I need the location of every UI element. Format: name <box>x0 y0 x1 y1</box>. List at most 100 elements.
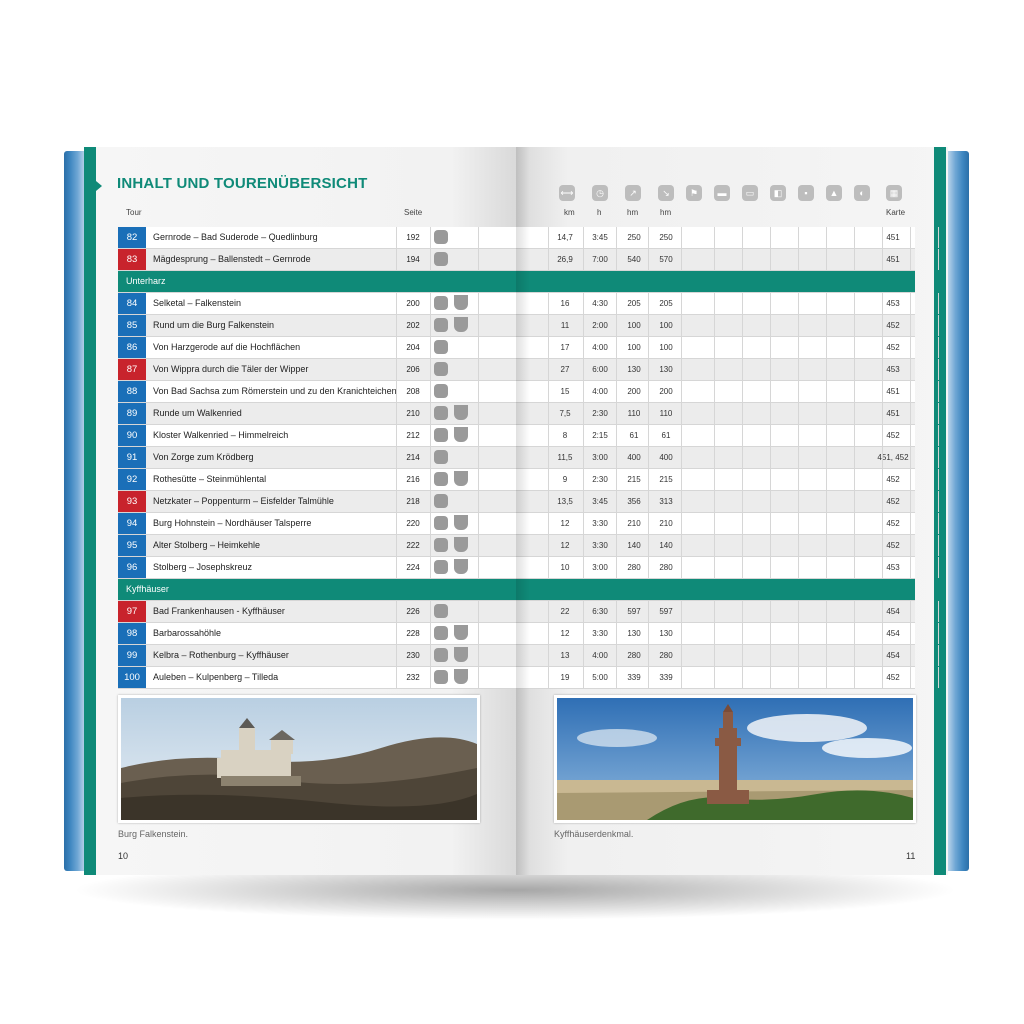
tour-row[interactable]: 91 Von Zorge zum Krödberg 214 11,5 3:00 400 40… <box>118 447 939 469</box>
tour-km: 9 <box>562 475 568 484</box>
photo-kyffhaeuserdenkmal <box>554 695 916 823</box>
tour-row[interactable]: 98 Barbarossahöhle 228 12 3:30 130 130 454 <box>118 623 939 645</box>
column-divider <box>798 513 799 534</box>
header-tour: Tour <box>126 208 142 217</box>
column-divider <box>826 293 827 314</box>
column-divider <box>770 381 771 402</box>
tour-hm-down: 400 <box>659 453 673 462</box>
column-divider <box>854 249 855 270</box>
tour-row[interactable]: 100 Auleben – Kulpenberg – Tilleda 232 19 5:… <box>118 667 939 689</box>
tour-row[interactable]: 82 Gernrode – Bad Suderode – Quedlinburg 1… <box>118 227 939 249</box>
column-divider <box>770 601 771 622</box>
column-divider <box>882 359 883 380</box>
column-divider <box>714 227 715 248</box>
column-divider <box>938 535 939 556</box>
column-divider <box>478 535 479 556</box>
tour-h: 3:30 <box>592 519 608 528</box>
column-divider <box>742 535 743 556</box>
tour-row[interactable]: 99 Kelbra – Rothenburg – Kyffhäuser 230 13 4… <box>118 645 939 667</box>
tour-row[interactable]: 87 Von Wippra durch die Täler der Wipper 2… <box>118 359 939 381</box>
column-divider <box>430 447 431 468</box>
tour-row[interactable]: 84 Selketal – Falkenstein 200 16 4:30 205 205 4… <box>118 293 939 315</box>
tour-row[interactable]: 83 Mägdesprung – Ballenstedt – Gernrode 19… <box>118 249 939 271</box>
tour-karte: 452 <box>886 431 900 440</box>
summit-icon: ▲ <box>826 185 842 201</box>
column-divider <box>583 623 584 644</box>
column-divider <box>938 403 939 424</box>
column-divider <box>854 513 855 534</box>
tour-karte: 454 <box>886 651 900 660</box>
column-divider <box>396 447 397 468</box>
tour-page: 208 <box>406 387 420 396</box>
column-divider <box>616 381 617 402</box>
column-divider <box>616 557 617 578</box>
tour-row[interactable]: 86 Von Harzgerode auf die Hochflächen 204 1… <box>118 337 939 359</box>
column-divider <box>548 227 549 248</box>
section-header: Kyffhäuser <box>118 579 915 601</box>
tour-row[interactable]: 88 Von Bad Sachsa zum Römerstein und zu d… <box>118 381 939 403</box>
tour-number: 95 <box>118 535 146 556</box>
tour-row[interactable]: 90 Kloster Walkenried – Himmelreich 212 8 2:… <box>118 425 939 447</box>
column-divider <box>938 359 939 380</box>
column-divider <box>681 513 682 534</box>
tour-row[interactable]: 96 Stolberg – Josephskreuz 224 10 3:00 280 280… <box>118 557 939 579</box>
tour-hm-up: 280 <box>627 563 641 572</box>
column-divider <box>430 469 431 490</box>
column-divider <box>854 403 855 424</box>
column-divider <box>910 249 911 270</box>
tour-row[interactable]: 94 Burg Hohnstein – Nordhäuser Talsperre 2… <box>118 513 939 535</box>
column-divider <box>770 315 771 336</box>
tour-number: 89 <box>118 403 146 424</box>
tour-km: 10 <box>560 563 570 572</box>
tour-table: 82 Gernrode – Bad Suderode – Quedlinburg 1… <box>118 227 939 689</box>
column-divider <box>648 535 649 556</box>
tour-karte: 451 <box>886 255 900 264</box>
tour-km: 19 <box>560 673 570 682</box>
column-divider <box>826 491 827 512</box>
column-divider <box>396 337 397 358</box>
column-divider <box>396 249 397 270</box>
column-divider <box>910 667 911 688</box>
column-divider <box>430 557 431 578</box>
column-divider <box>396 535 397 556</box>
tour-karte: 452 <box>886 497 900 506</box>
column-divider <box>430 601 431 622</box>
column-divider <box>910 447 911 468</box>
column-divider <box>396 425 397 446</box>
tour-number: 82 <box>118 227 146 248</box>
column-divider <box>882 601 883 622</box>
tour-page: 232 <box>406 673 420 682</box>
tour-row[interactable]: 95 Alter Stolberg – Heimkehle 222 12 3:30 140… <box>118 535 939 557</box>
column-divider <box>938 601 939 622</box>
tour-row[interactable]: 89 Runde um Walkenried 210 7,5 2:30 110 110 451 <box>118 403 939 425</box>
tour-name: Rothesütte – Steinmühlental <box>153 474 267 484</box>
tour-karte: 453 <box>886 563 900 572</box>
tour-row[interactable]: 92 Rothesütte – Steinmühlental 216 9 2:30 215… <box>118 469 939 491</box>
tour-row[interactable]: 85 Rund um die Burg Falkenstein 202 11 2:00 1… <box>118 315 939 337</box>
column-divider <box>938 469 939 490</box>
tour-km: 12 <box>560 541 570 550</box>
difficulty-icon <box>434 384 448 398</box>
column-divider <box>681 645 682 666</box>
time-icon: ◷ <box>592 185 608 201</box>
tour-row[interactable]: 93 Netzkater – Poppenturm – Eisfelder Tal… <box>118 491 939 513</box>
tour-hm-down: 100 <box>659 343 673 352</box>
header-seite: Seite <box>404 208 423 217</box>
column-divider <box>770 557 771 578</box>
column-divider <box>681 491 682 512</box>
column-divider <box>396 227 397 248</box>
column-divider <box>681 425 682 446</box>
difficulty-icon <box>434 296 448 310</box>
column-divider <box>616 667 617 688</box>
column-divider <box>938 293 939 314</box>
tour-page: 212 <box>406 431 420 440</box>
tour-row[interactable]: 97 Bad Frankenhausen - Kyffhäuser 226 22 6:3… <box>118 601 939 623</box>
tour-hm-up: 140 <box>627 541 641 550</box>
column-divider <box>583 557 584 578</box>
header-karte: Karte <box>886 208 906 217</box>
tour-name: Burg Hohnstein – Nordhäuser Talsperre <box>153 518 312 528</box>
column-divider <box>770 293 771 314</box>
tour-page: 228 <box>406 629 420 638</box>
column-divider <box>478 381 479 402</box>
column-divider <box>714 623 715 644</box>
